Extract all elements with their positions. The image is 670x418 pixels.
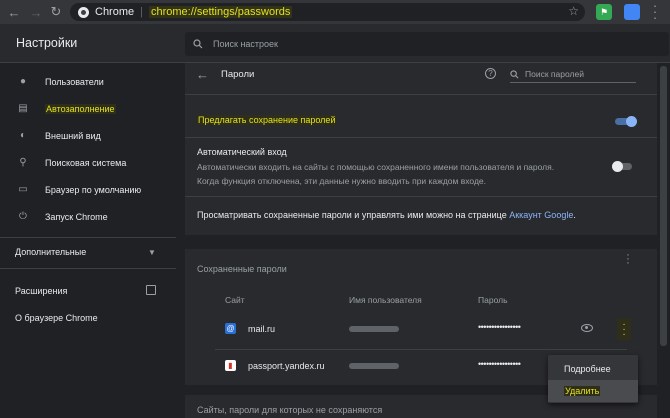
settings-header: Настройки Поиск настроек <box>0 24 670 63</box>
settings-search-input[interactable]: Поиск настроек <box>185 32 669 56</box>
sidebar-item-label: Автозаполнение <box>45 103 116 114</box>
divider <box>185 137 657 138</box>
extension-blue-icon[interactable] <box>624 4 640 20</box>
settings-search-placeholder: Поиск настроек <box>213 39 278 49</box>
sidebar-item-label: Внешний вид <box>45 130 101 141</box>
password-context-menu: Подробнее Удалить <box>548 355 638 403</box>
scrollbar-thumb[interactable] <box>660 66 667 346</box>
passwords-title: Пароли <box>221 69 255 80</box>
site-name[interactable]: mail.ru <box>248 324 275 334</box>
palette-icon: ◐ <box>19 130 27 141</box>
chevron-down-icon[interactable]: ▼ <box>148 248 156 257</box>
extension-green-icon[interactable]: ⚑ <box>596 4 612 20</box>
page-title: Настройки <box>16 36 78 50</box>
password-search-placeholder: Поиск паролей <box>525 69 584 79</box>
help-icon[interactable]: ? <box>485 68 496 79</box>
sidebar-item-search-engine[interactable]: ⚲ Поисковая система <box>0 149 176 176</box>
row-more-icon[interactable]: · · · <box>617 318 631 340</box>
search-icon <box>193 39 203 49</box>
divider <box>215 349 627 350</box>
sidebar-item-startup[interactable]: ⏻ Запуск Chrome <box>0 203 176 230</box>
sidebar-item-autofill[interactable]: ▤ Автозаполнение <box>0 95 176 122</box>
username-hidden <box>349 326 399 332</box>
power-icon: ⏻ <box>19 211 27 222</box>
forward-button[interactable]: → <box>26 0 46 24</box>
address-bar[interactable]: Chrome | chrome://settings/passwords ☆ <box>70 3 585 21</box>
auto-signin-title: Автоматический вход <box>197 147 287 157</box>
search-icon: ⚲ <box>19 157 27 168</box>
sidebar: ● Пользователи ▤ Автозаполнение ◐ Внешни… <box>0 63 176 418</box>
yandex-site-icon: ▮ <box>225 360 236 371</box>
sidebar-item-people[interactable]: ● Пользователи <box>0 68 176 95</box>
username-hidden <box>349 363 399 369</box>
sidebar-divider <box>0 268 176 269</box>
google-account-link[interactable]: Аккаунт Google <box>509 210 573 220</box>
clipboard-icon: ▤ <box>18 103 28 114</box>
browser-icon: ▭ <box>18 184 28 195</box>
sidebar-about[interactable]: О браузере Chrome <box>15 313 98 323</box>
column-site: Сайт <box>225 295 245 305</box>
sidebar-item-label: Поисковая система <box>45 157 127 168</box>
password-search-input[interactable]: Поиск паролей <box>510 66 636 83</box>
manage-end: . <box>573 210 576 220</box>
card-header: ← Пароли ? Поиск паролей <box>185 63 657 87</box>
section-gap <box>185 235 657 249</box>
omnibox-separator: | <box>140 6 143 18</box>
omnibox-site: Chrome <box>95 6 135 18</box>
menu-item-delete-label: Удалить <box>564 386 601 396</box>
password-mask: •••••••••••••••• <box>478 359 521 369</box>
saved-passwords-title: Сохраненные пароли <box>197 264 287 274</box>
auto-signin-desc-2: Когда функция отключена, эти данные нужн… <box>197 176 486 186</box>
divider <box>185 196 657 197</box>
sidebar-divider <box>0 237 176 238</box>
sidebar-item-default-browser[interactable]: ▭ Браузер по умолчанию <box>0 176 176 203</box>
sidebar-item-label: Пользователи <box>45 76 104 87</box>
omnibox-url: chrome://settings/passwords <box>148 6 293 18</box>
more-actions-icon[interactable]: · · · <box>623 250 633 269</box>
search-icon <box>510 69 519 78</box>
chrome-icon <box>78 6 89 18</box>
divider <box>185 94 657 95</box>
back-button[interactable]: ← <box>4 0 24 24</box>
eye-icon[interactable] <box>581 324 593 332</box>
menu-item-delete[interactable]: Удалить <box>548 380 638 402</box>
menu-item-details[interactable]: Подробнее <box>548 358 638 380</box>
manage-text: Просматривать сохраненные пароли и управ… <box>197 210 510 220</box>
browser-toolbar: ← → ↻ Chrome | chrome://settings/passwor… <box>0 0 670 24</box>
reload-button[interactable]: ↻ <box>46 0 66 24</box>
back-arrow-icon[interactable]: ← <box>196 67 209 82</box>
never-saved-title: Сайты, пароли для которых не сохраняются <box>197 405 383 415</box>
manage-passwords-text: Просматривать сохраненные пароли и управ… <box>197 210 576 220</box>
mailru-site-icon: @ <box>225 323 236 334</box>
offer-to-save-toggle[interactable] <box>615 116 637 127</box>
site-name[interactable]: passport.yandex.ru <box>248 361 325 371</box>
password-mask: •••••••••••••••• <box>478 322 521 332</box>
sidebar-item-label: Браузер по умолчанию <box>45 184 142 195</box>
sidebar-item-label: Запуск Chrome <box>45 211 108 222</box>
sidebar-item-appearance[interactable]: ◐ Внешний вид <box>0 122 176 149</box>
auto-signin-toggle[interactable] <box>612 161 634 172</box>
person-icon: ● <box>19 76 27 87</box>
auto-signin-desc-1: Автоматически входить на сайты с помощью… <box>197 162 555 172</box>
external-link-icon[interactable] <box>146 285 156 295</box>
bookmark-star-icon[interactable]: ☆ <box>568 4 579 18</box>
password-row: @ mail.ru •••••••••••••••• · · · <box>185 314 657 344</box>
sidebar-advanced[interactable]: Дополнительные <box>15 247 86 257</box>
sidebar-extensions[interactable]: Расширения <box>15 286 67 296</box>
chrome-menu-icon[interactable]: · · · <box>650 0 660 24</box>
column-username: Имя пользователя <box>349 295 422 305</box>
column-password: Пароль <box>478 295 508 305</box>
offer-to-save-label: Предлагать сохранение паролей <box>197 115 337 125</box>
